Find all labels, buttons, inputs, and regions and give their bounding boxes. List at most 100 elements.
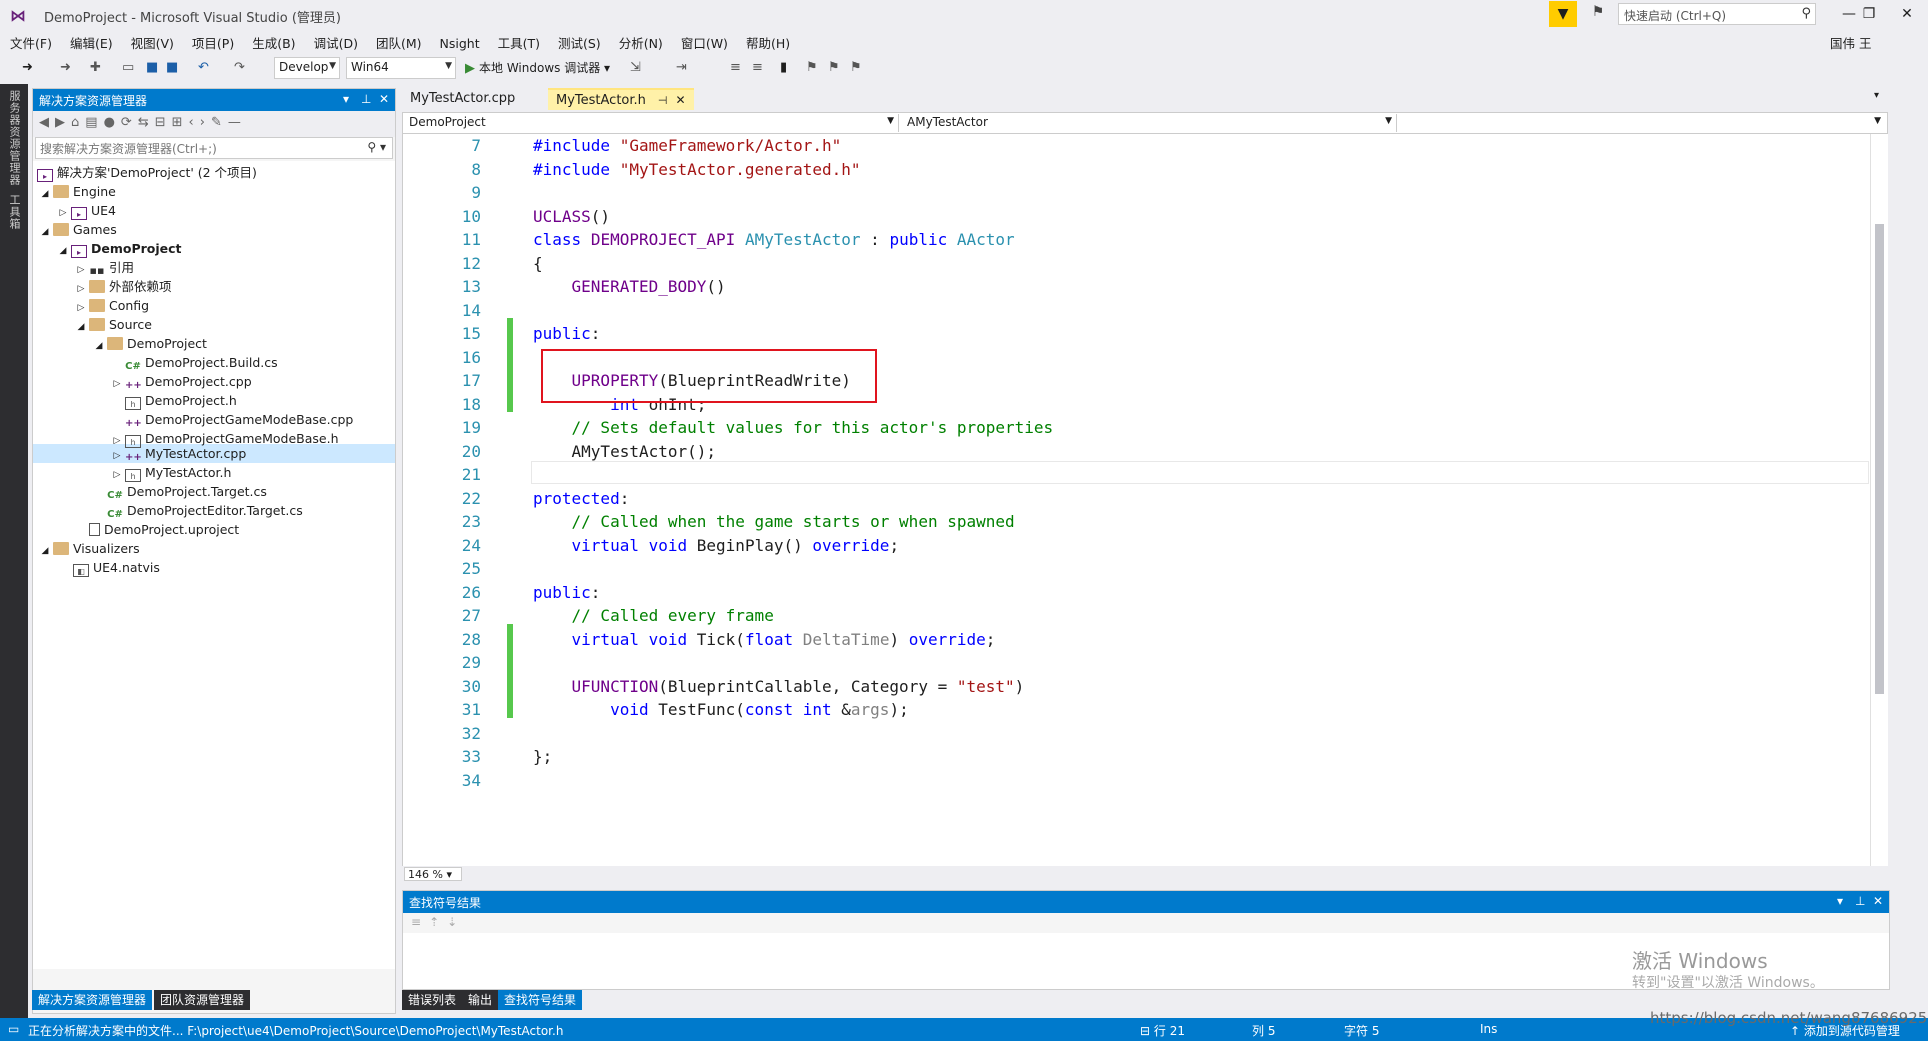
collapse-all-icon[interactable]: ⊟ bbox=[155, 115, 172, 130]
history-icon[interactable]: ⟳ bbox=[121, 115, 138, 130]
tree-node-solution[interactable]: ▸ 解决方案'DemoProject' (2 个项目) bbox=[37, 163, 257, 182]
attach-icon[interactable]: ⇲ bbox=[630, 58, 641, 78]
tab-error-list[interactable]: 错误列表 bbox=[402, 990, 463, 1010]
tree-node-source[interactable]: ◢ Source bbox=[73, 315, 152, 334]
tree-node-mytestactor-h[interactable]: ▷ h MyTestActor.h bbox=[109, 463, 231, 482]
tree-node-demoproject-cpp[interactable]: ▷ ++ DemoProject.cpp bbox=[109, 372, 252, 391]
tree-node-games[interactable]: ◢ Games bbox=[37, 220, 117, 239]
tree-node-config[interactable]: ▷ Config bbox=[73, 296, 150, 315]
tree-node-source-demoproject[interactable]: ◢ DemoProject bbox=[91, 334, 207, 353]
pin-icon[interactable]: ⊥ bbox=[361, 92, 371, 106]
notification-filter-icon[interactable]: ▼ bbox=[1549, 1, 1577, 27]
tree-node-target-cs[interactable]: C# DemoProject.Target.cs bbox=[91, 482, 267, 501]
platform-dropdown[interactable]: Win64 ▼ bbox=[346, 57, 456, 79]
tab-mytestactor-cpp[interactable]: MyTestActor.cpp bbox=[402, 88, 523, 110]
user-name[interactable]: 国伟 王 bbox=[1830, 33, 1871, 52]
configuration-dropdown[interactable]: Develop ▼ bbox=[274, 57, 340, 79]
tree-node-editor-target-cs[interactable]: C# DemoProjectEditor.Target.cs bbox=[91, 501, 303, 520]
tree-node-demoproject-h[interactable]: h DemoProject.h bbox=[109, 391, 237, 410]
tree-node-visualizers[interactable]: ◢ Visualizers bbox=[37, 539, 140, 558]
switch-views-icon[interactable]: ▤ bbox=[85, 115, 103, 130]
start-debugging-button[interactable]: ▶ 本地 Windows 调试器 ▾ bbox=[465, 57, 610, 79]
preview-icon[interactable]: — bbox=[228, 115, 247, 130]
menu-team[interactable]: 团队(M) bbox=[376, 30, 422, 55]
tab-team-explorer[interactable]: 团队资源管理器 bbox=[154, 990, 251, 1010]
home-icon[interactable]: ⌂ bbox=[71, 115, 85, 130]
tree-node-natvis[interactable]: ◧ UE4.natvis bbox=[73, 558, 160, 577]
properties-icon[interactable]: ✎ bbox=[211, 115, 228, 130]
menu-tools[interactable]: 工具(T) bbox=[498, 30, 540, 55]
tree-node-uproject[interactable]: DemoProject.uproject bbox=[73, 520, 239, 539]
project-nav-dropdown[interactable]: DemoProject ▼ bbox=[405, 114, 899, 132]
sync-icon[interactable]: ⇆ bbox=[138, 115, 155, 130]
toolbox-tab[interactable]: 工具箱 bbox=[6, 194, 22, 230]
back-icon[interactable]: ➜ bbox=[22, 58, 33, 78]
tree-node-mytestactor-cpp[interactable]: ▷ ++ MyTestActor.cpp bbox=[109, 444, 247, 463]
next-bookmark-icon[interactable]: ⚑ bbox=[828, 58, 840, 78]
editor-vertical-scrollbar[interactable] bbox=[1870, 134, 1888, 866]
tab-solution-explorer[interactable]: 解决方案资源管理器 bbox=[32, 990, 153, 1010]
menu-view[interactable]: 视图(V) bbox=[131, 30, 174, 55]
tree-node-gamemodebase-cpp[interactable]: ++ DemoProjectGameModeBase.cpp bbox=[109, 410, 353, 429]
forward-icon[interactable]: ➜ bbox=[60, 58, 71, 78]
menu-debug[interactable]: 调试(D) bbox=[314, 30, 358, 55]
scrollbar-thumb[interactable] bbox=[1875, 224, 1884, 694]
list-view-icon[interactable]: ≡ bbox=[411, 915, 429, 929]
undo-icon[interactable]: ↶ bbox=[198, 58, 209, 78]
code-editor[interactable]: 7 8 9 10 11 12 13 14 15 16 17 18 19 20 21 22 23 24 25 26 27 2… bbox=[402, 134, 1888, 866]
tab-mytestactor-h[interactable]: MyTestActor.h ⊣ ✕ bbox=[548, 88, 694, 110]
tab-list-dropdown-icon[interactable]: ▾ bbox=[1874, 90, 1879, 101]
view-code-icon[interactable]: ‹› bbox=[189, 115, 211, 130]
tree-node-external-deps[interactable]: ▷ 外部依赖项 bbox=[73, 277, 172, 296]
expanded-icon[interactable]: ◢ bbox=[37, 223, 53, 242]
clear-bookmarks-icon[interactable]: ⚑ bbox=[850, 58, 862, 78]
menu-window[interactable]: 窗口(W) bbox=[681, 30, 728, 55]
show-all-files-icon[interactable]: ⊞ bbox=[172, 115, 189, 130]
solution-search-input[interactable]: 搜索解决方案资源管理器(Ctrl+;) ⚲ ▾ bbox=[35, 137, 393, 159]
window-position-icon[interactable]: ▾ bbox=[1837, 894, 1843, 908]
menu-test[interactable]: 测试(S) bbox=[558, 30, 601, 55]
tree-node-engine[interactable]: ◢ Engine bbox=[37, 182, 116, 201]
forward-icon[interactable]: ▶ bbox=[55, 115, 71, 130]
pin-icon[interactable]: ⊥ bbox=[1855, 894, 1865, 908]
menu-edit[interactable]: 编辑(E) bbox=[70, 30, 113, 55]
menu-help[interactable]: 帮助(H) bbox=[746, 30, 790, 55]
tree-node-demoproject[interactable]: ◢ ▸ DemoProject bbox=[55, 239, 182, 258]
feedback-icon[interactable]: ⚑ bbox=[1588, 4, 1608, 24]
class-nav-dropdown[interactable]: AMyTestActor ▼ bbox=[903, 114, 1397, 132]
save-all-icon[interactable]: ■ bbox=[166, 58, 178, 78]
menu-file[interactable]: 文件(F) bbox=[10, 30, 52, 55]
expanded-icon[interactable]: ◢ bbox=[73, 318, 89, 337]
expanded-icon[interactable]: ◢ bbox=[91, 337, 107, 356]
close-button[interactable]: ✕ bbox=[1888, 0, 1926, 28]
new-project-icon[interactable]: ✚ bbox=[90, 58, 101, 78]
menu-build[interactable]: 生成(B) bbox=[252, 30, 295, 55]
member-nav-dropdown[interactable]: ▼ bbox=[1401, 114, 1885, 132]
zoom-dropdown[interactable]: 146 % ▾ bbox=[404, 867, 462, 881]
close-tab-icon[interactable]: ✕ bbox=[676, 93, 686, 107]
window-position-icon[interactable]: ▾ bbox=[343, 92, 349, 106]
prev-result-icon[interactable]: ⇡ bbox=[429, 915, 447, 929]
tab-output[interactable]: 输出 bbox=[462, 990, 499, 1010]
bookmark-icon[interactable]: ▮ bbox=[780, 58, 787, 78]
menu-analyze[interactable]: 分析(N) bbox=[619, 30, 663, 55]
menu-nsight[interactable]: Nsight bbox=[440, 33, 480, 54]
pending-changes-icon[interactable]: ● bbox=[104, 115, 121, 130]
quick-launch-input[interactable]: 快速启动 (Ctrl+Q) ⚲ bbox=[1618, 3, 1816, 25]
tab-find-symbol-results[interactable]: 查找符号结果 bbox=[498, 990, 583, 1010]
tree-node-ue4[interactable]: ▷ ▸ UE4 bbox=[55, 201, 116, 220]
close-panel-icon[interactable]: ✕ bbox=[1873, 894, 1883, 908]
uncomment-icon[interactable]: ≡ bbox=[752, 58, 763, 78]
maximize-button[interactable]: ❐ bbox=[1850, 0, 1888, 28]
open-file-icon[interactable]: ▭ bbox=[122, 58, 134, 78]
step-icon[interactable]: ⇥ bbox=[676, 58, 687, 78]
back-icon[interactable]: ◀ bbox=[39, 115, 55, 130]
prev-bookmark-icon[interactable]: ⚑ bbox=[806, 58, 818, 78]
expanded-icon[interactable]: ◢ bbox=[37, 185, 53, 204]
menu-project[interactable]: 项目(P) bbox=[192, 30, 234, 55]
next-result-icon[interactable]: ⇣ bbox=[447, 915, 465, 929]
comment-icon[interactable]: ≡ bbox=[730, 58, 741, 78]
tree-node-build-cs[interactable]: C# DemoProject.Build.cs bbox=[109, 353, 277, 372]
save-icon[interactable]: ■ bbox=[146, 58, 158, 78]
tree-node-references[interactable]: ▷ ▪▪ 引用 bbox=[73, 258, 134, 277]
